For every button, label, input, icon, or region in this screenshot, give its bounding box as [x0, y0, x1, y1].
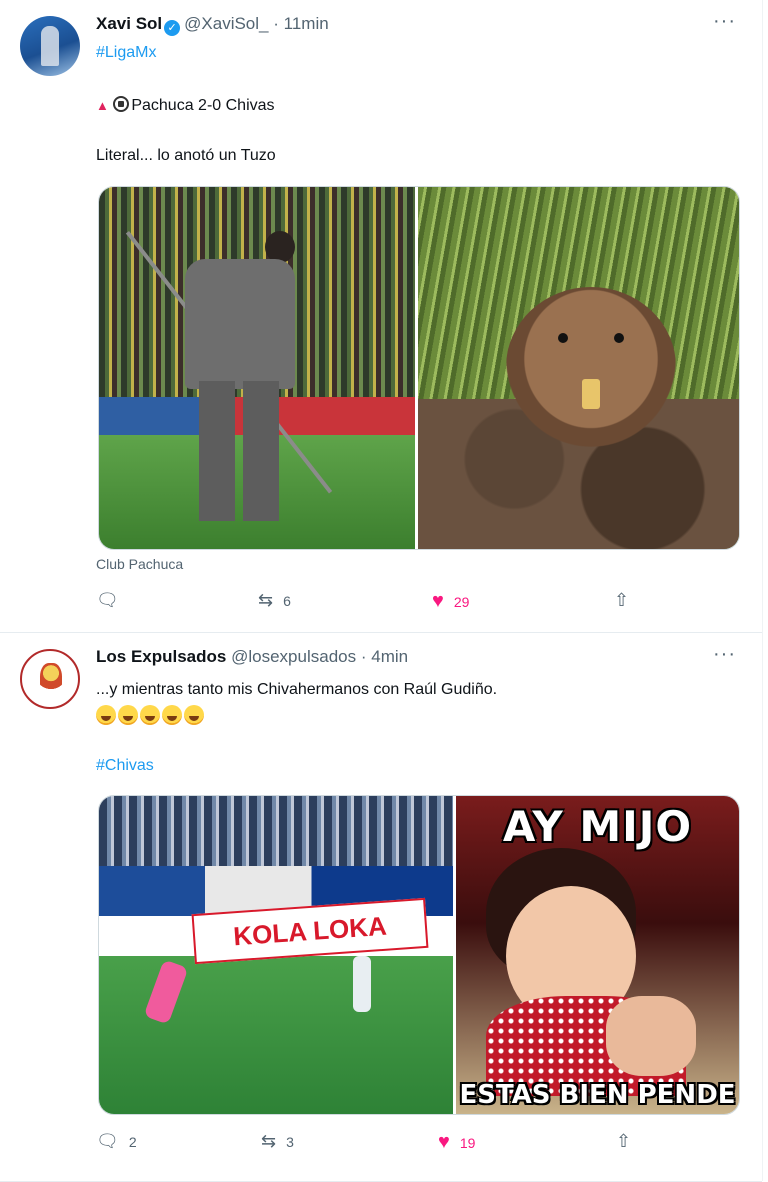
avatar-figure — [41, 26, 59, 66]
avatar[interactable] — [20, 16, 80, 76]
reply-icon: 🗨︎ — [96, 590, 119, 610]
retweet-count: 3 — [286, 1133, 294, 1150]
display-name[interactable]: Los Expulsados — [96, 647, 226, 666]
emoji-row — [96, 705, 206, 726]
verified-icon: ✓ — [164, 20, 181, 36]
timestamp[interactable]: 11min — [284, 14, 329, 33]
teeth — [582, 379, 600, 409]
hands — [606, 996, 696, 1076]
tweet-text: ...y mientras tanto mis Chivahermanos co… — [96, 681, 498, 698]
retweet-icon: ⇆ — [258, 590, 274, 610]
share-button[interactable]: ⇧ — [616, 1131, 631, 1152]
eye — [614, 333, 624, 343]
meme-bottom-text: ESTAS BIEN PENDE — [459, 1080, 736, 1110]
tweet[interactable]: Xavi Sol ✓ @XaviSol_ · 11min ··· #LigaMx ▲… — [0, 0, 762, 633]
like-count: 29 — [453, 593, 470, 610]
retweet-button[interactable]: ⇆ 6 — [258, 590, 291, 611]
more-options-icon[interactable]: ··· — [713, 643, 736, 666]
retweet-button[interactable]: ⇆ 3 — [261, 1131, 294, 1152]
red-triangle-icon: ▲ — [96, 98, 109, 113]
separator-dot: · — [360, 647, 367, 666]
player — [353, 956, 371, 1012]
share-icon: ⇧ — [614, 590, 630, 610]
stands — [99, 796, 453, 866]
tweet-header: Xavi Sol ✓ @XaviSol_ · 11min — [96, 14, 732, 38]
reply-button[interactable]: 🗨︎ 2 — [96, 1131, 137, 1152]
score-text: Pachuca 2-0 Chivas — [131, 97, 275, 114]
tweet-header: Los Expulsados @losexpulsados · 4min — [96, 647, 732, 671]
heart-icon: ♥ — [438, 1131, 450, 1153]
display-name[interactable]: Xavi Sol — [96, 14, 162, 33]
tweet-actions: 🗨︎ 2 ⇆ 3 ♥ 19 ⇧ — [96, 1131, 656, 1157]
media-grid[interactable] — [98, 186, 740, 550]
handle[interactable]: @losexpulsados — [231, 647, 356, 666]
avatar-figure — [40, 663, 62, 697]
retweet-icon: ⇆ — [261, 1131, 277, 1151]
retweet-count: 6 — [283, 592, 291, 609]
share-icon: ⇧ — [616, 1131, 632, 1151]
tweet-actions: 🗨︎ ⇆ 6 ♥ 29 ⇧ — [96, 590, 656, 616]
legs — [199, 381, 279, 521]
reply-icon: 🗨︎ — [96, 1131, 119, 1151]
share-button[interactable]: ⇧ — [614, 590, 629, 611]
laughing-emoji-icon — [162, 705, 182, 725]
heart-icon: ♥ — [432, 590, 444, 612]
reply-button[interactable]: 🗨︎ — [96, 590, 129, 611]
eye — [558, 333, 568, 343]
groundskeeper — [185, 231, 295, 521]
like-button[interactable]: ♥ 29 — [432, 590, 469, 613]
tweet[interactable]: Los Expulsados @losexpulsados · 4min ···… — [0, 633, 762, 1182]
laughing-emoji-icon — [96, 705, 116, 725]
timestamp[interactable]: 4min — [371, 647, 408, 666]
timeline: Xavi Sol ✓ @XaviSol_ · 11min ··· #LigaMx ▲… — [0, 0, 763, 1182]
media-grid[interactable]: KOLA LOKA AY MIJO ESTAS BIEN PENDE — [98, 795, 740, 1115]
soccer-ball-icon — [113, 96, 130, 112]
score-line: ▲ Pachuca 2-0 Chivas — [96, 96, 275, 115]
hashtag-link[interactable]: #Chivas — [96, 757, 154, 775]
meme-top-text: AY MIJO — [502, 802, 693, 851]
more-options-icon[interactable]: ··· — [713, 10, 736, 33]
tweet-text: Literal... lo anotó un Tuzo — [96, 147, 276, 164]
match-photo[interactable]: KOLA LOKA — [99, 796, 453, 1114]
reply-count: 2 — [128, 1133, 137, 1150]
body — [185, 259, 295, 389]
handle[interactable]: @XaviSol_ — [184, 14, 268, 33]
meme-photo[interactable]: AY MIJO ESTAS BIEN PENDE — [456, 796, 739, 1114]
like-count: 19 — [459, 1134, 476, 1151]
hashtag-link[interactable]: #LigaMx — [96, 44, 156, 62]
avatar[interactable] — [20, 649, 80, 709]
laughing-emoji-icon — [118, 705, 138, 725]
separator-dot: · — [273, 14, 279, 33]
gopher-photo[interactable] — [418, 187, 739, 549]
gopher — [506, 287, 676, 447]
laughing-emoji-icon — [140, 705, 160, 725]
groundskeeper-photo[interactable] — [99, 187, 415, 549]
laughing-emoji-icon — [184, 705, 204, 725]
like-button[interactable]: ♥ 19 — [438, 1131, 475, 1154]
media-source[interactable]: Club Pachuca — [96, 556, 183, 572]
pitch — [99, 956, 453, 1114]
